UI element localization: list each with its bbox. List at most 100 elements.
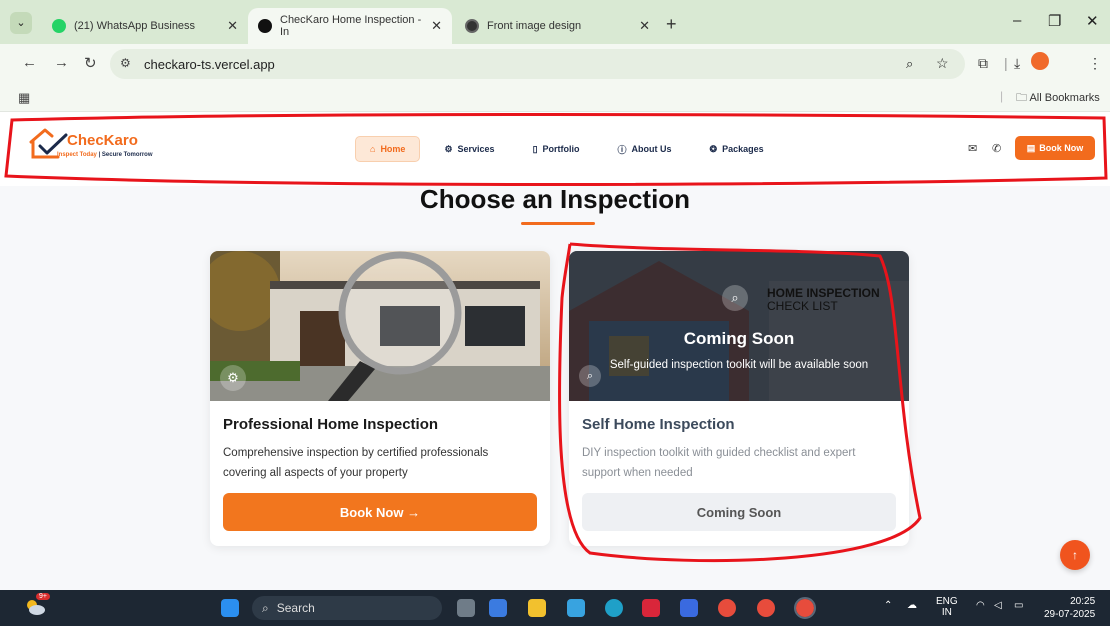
wps-icon[interactable] — [642, 599, 660, 617]
nav-home[interactable]: ⌂ Home — [355, 136, 421, 162]
star-icon[interactable]: ☆ — [936, 55, 949, 72]
profile-avatar[interactable] — [1031, 52, 1049, 70]
mail-icon[interactable]: ✉ — [968, 142, 977, 155]
coming-soon-button: Coming Soon — [582, 493, 896, 531]
new-tab-icon[interactable]: + — [666, 14, 677, 35]
forward-icon[interactable]: → — [54, 54, 69, 71]
app-icon[interactable] — [680, 599, 698, 617]
calendar-icon: ▤ — [1026, 142, 1036, 153]
site-info-icon[interactable]: ⚙ — [120, 56, 131, 70]
tab-title: Front image design — [487, 20, 582, 32]
card-description: Comprehensive inspection by certified pr… — [223, 447, 489, 479]
tab-whatsapp[interactable]: (21) WhatsApp Business ✕ — [42, 8, 248, 44]
package-icon: ❂ — [709, 143, 718, 154]
nav-portfolio[interactable]: ▯ Portfolio — [519, 136, 594, 162]
task-view-icon[interactable] — [457, 599, 475, 617]
title-underline — [521, 222, 595, 225]
store-icon[interactable] — [567, 599, 585, 617]
header-book-now-button[interactable]: ▤ Book Now — [1015, 136, 1095, 160]
section-title: Choose an Inspection — [419, 184, 691, 214]
taskbar: 9+ ⌕ Search ⌃ ☁ ENG IN ◠ ◁ ▭ 20:25 29-07… — [0, 590, 1110, 626]
document-icon: ▯ — [532, 143, 538, 154]
language-indicator[interactable]: ENG IN — [936, 596, 958, 618]
nav-label: Home — [380, 144, 406, 154]
chrome-profile-icon[interactable] — [757, 599, 775, 617]
nav-packages[interactable]: ❂ Packages — [696, 136, 778, 162]
address-bar[interactable]: ⚙ checkaro-ts.vercel.app ⌕ ☆ — [110, 49, 965, 79]
home-icon: ⌂ — [370, 144, 376, 154]
weather-icon[interactable] — [24, 598, 46, 616]
menu-icon[interactable]: ⋮ — [1088, 55, 1102, 72]
windows-start-icon[interactable] — [221, 599, 239, 617]
card-self-inspection[interactable]: ⌕ HOME INSPECTION CHECK LIST Coming Soon… — [569, 251, 909, 546]
minimize-icon[interactable]: – — [1013, 12, 1021, 29]
nav-about[interactable]: ⓘ About Us — [604, 136, 686, 162]
card-description: DIY inspection toolkit with guided check… — [582, 447, 856, 479]
info-icon: ⓘ — [617, 144, 627, 155]
coming-soon-overlay-subtitle: Self-guided inspection toolkit will be a… — [609, 359, 869, 371]
whatsapp-icon — [52, 19, 66, 33]
back-icon[interactable]: ← — [22, 54, 37, 71]
browser-tabstrip: ⌄ (21) WhatsApp Business ✕ ChecKaro Home… — [0, 0, 1110, 44]
nav-services[interactable]: ⚙ Services — [430, 136, 508, 162]
edge-icon[interactable] — [605, 599, 623, 617]
apps-grid-icon[interactable]: ▦ — [18, 90, 30, 106]
close-window-icon[interactable]: ✕ — [1086, 12, 1099, 30]
tagline-part-a: Inspect Today — [57, 152, 97, 158]
wifi-icon[interactable]: ◠ — [976, 600, 985, 611]
extensions-icon[interactable]: ⧉ — [978, 55, 988, 72]
site-header: ChecKaro Inspect Today | Secure Tomorrow… — [0, 112, 1110, 186]
nav-label: Portfolio — [542, 144, 580, 154]
folder-icon: 🗀 — [1016, 92, 1030, 104]
scroll-to-top-button[interactable]: ↑ — [1060, 540, 1090, 570]
search-icon: ⌕ — [579, 365, 601, 387]
phone-icon[interactable]: ✆ — [992, 142, 1001, 155]
search-icon: ⌕ — [722, 285, 748, 311]
volume-icon[interactable]: ◁ — [994, 600, 1002, 611]
close-icon[interactable]: ✕ — [639, 18, 650, 34]
sign-line-1: HOME INSPECTION — [767, 286, 880, 300]
copilot-icon[interactable] — [489, 599, 507, 617]
browser-toolbar: ← → ↻ ⚙ checkaro-ts.vercel.app ⌕ ☆ ⧉ | ⤓… — [0, 44, 1110, 84]
book-now-button[interactable]: Book Now → — [223, 493, 537, 531]
tab-title: (21) WhatsApp Business — [74, 20, 196, 32]
arrow-up-icon: ↑ — [1072, 548, 1078, 562]
tab-front-image[interactable]: Front image design ✕ — [455, 8, 660, 44]
url-text[interactable]: checkaro-ts.vercel.app — [144, 57, 275, 72]
file-explorer-icon[interactable] — [528, 599, 546, 617]
logo-tagline: Inspect Today | Secure Tomorrow — [57, 152, 153, 158]
clock[interactable]: 20:25 29-07-2025 — [1044, 595, 1095, 621]
taskbar-search[interactable]: ⌕ Search — [252, 596, 442, 620]
close-icon[interactable]: ✕ — [431, 18, 442, 34]
bookmarks-bar: ▦ | 🗀 All Bookmarks — [0, 84, 1110, 112]
zoom-icon[interactable]: ⌕ — [906, 56, 913, 72]
tab-checkaro[interactable]: ChecKaro Home Inspection - In ✕ — [248, 8, 452, 44]
restore-icon[interactable]: ❐ — [1048, 12, 1061, 30]
chrome-active-icon[interactable] — [794, 597, 816, 619]
openai-icon — [465, 19, 479, 33]
clock-date: 29-07-2025 — [1044, 609, 1096, 620]
logo-name[interactable]: ChecKaro — [67, 132, 138, 149]
vercel-icon — [258, 19, 272, 33]
close-icon[interactable]: ✕ — [227, 18, 238, 34]
book-now-label: Book Now — [1039, 143, 1084, 153]
self-inspection-image: ⌕ HOME INSPECTION CHECK LIST Coming Soon… — [569, 251, 909, 401]
reload-icon[interactable]: ↻ — [84, 54, 97, 72]
all-bookmarks-button[interactable]: 🗀 All Bookmarks — [1016, 89, 1100, 108]
chrome-icon[interactable] — [718, 599, 736, 617]
card-professional-inspection[interactable]: ⚙ Professional Home Inspection Comprehen… — [210, 251, 550, 546]
download-icon[interactable]: ⤓ — [1014, 55, 1020, 72]
coming-soon-overlay-title: Coming Soon — [683, 329, 795, 348]
tray-chevron-icon[interactable]: ⌃ — [884, 600, 892, 611]
toolbar-divider: | — [1004, 55, 1008, 71]
tab-search-chevron-icon[interactable]: ⌄ — [10, 12, 32, 34]
cloud-icon[interactable]: ☁ — [907, 600, 917, 611]
battery-icon[interactable]: ▭ — [1014, 600, 1023, 611]
nav-label: Packages — [722, 144, 764, 154]
lang-line-2: IN — [941, 607, 952, 618]
professional-inspection-image: ⚙ — [210, 251, 550, 401]
main-nav: ⌂ Home ⚙ Services ▯ Portfolio ⓘ About Us ❂ Pa… — [355, 136, 778, 162]
nav-label: About Us — [631, 144, 672, 154]
gear-icon: ⚙ — [220, 365, 246, 391]
card-title: Professional Home Inspection — [223, 416, 439, 433]
